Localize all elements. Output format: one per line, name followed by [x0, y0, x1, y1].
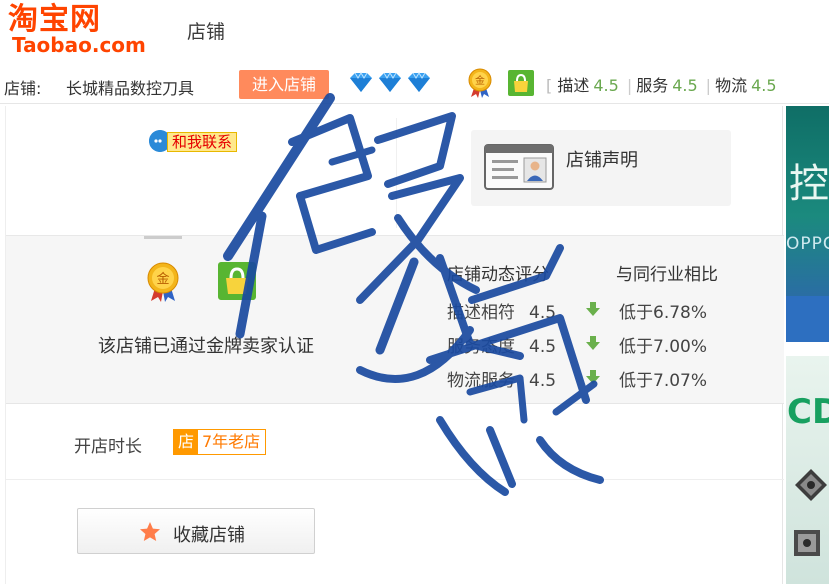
tab-indicator: [144, 236, 182, 239]
shop-notice-label: 店铺声明: [566, 150, 638, 171]
banner-top-text: 控: [789, 161, 829, 207]
certification-row: 金 该店铺已通过金牌卖家认证 店铺动态评分 与同行业相比 描述相符 4.5 低于6…: [6, 236, 784, 404]
dynamic-rating-row: 物流服务 4.5 低于7.07%: [447, 366, 707, 391]
banner-blue-bar: [786, 296, 829, 342]
rating-score: 4.5: [593, 76, 619, 95]
rating-item-logistics: 物流 4.5: [715, 72, 776, 96]
down-arrow-icon: [586, 302, 600, 316]
diamond-icon: [408, 72, 430, 92]
rating-label: 服务态度: [447, 337, 515, 357]
enter-shop-button[interactable]: 进入店铺: [239, 70, 329, 99]
rating-item-service: 服务 4.5: [636, 72, 697, 96]
bracket-left: [: [546, 76, 553, 95]
shop-age-text: 7年老店: [202, 432, 261, 451]
side-banner-cropped[interactable]: 控 OPPC CD: [786, 106, 829, 584]
rating-score: 4.5: [751, 76, 777, 95]
gold-medal-icon[interactable]: 金: [146, 262, 180, 302]
favorite-shop-label: 收藏店铺: [173, 525, 245, 546]
gold-seller-certification-text: 该店铺已通过金牌卖家认证: [98, 336, 314, 357]
rating-label: 物流: [715, 76, 748, 95]
rating-score: 4.5: [529, 337, 557, 357]
rating-separator: |: [705, 76, 712, 95]
seller-level-diamonds: [350, 72, 430, 92]
cutting-insert-image: [794, 530, 820, 556]
contact-row: 和我联系 店铺声明: [6, 106, 784, 236]
taobao-logo[interactable]: 淘宝网 Taobao.com: [6, 2, 146, 58]
gold-medal-icon[interactable]: 金: [467, 68, 493, 98]
shop-badge-icon: 店: [174, 430, 198, 454]
logo-en-text: Taobao.com: [12, 33, 146, 57]
rating-label: 描述相符: [447, 303, 515, 323]
industry-compare-value: 低于7.07%: [619, 371, 708, 391]
banner-top-subtext: OPPC: [786, 234, 829, 254]
svg-text:金: 金: [475, 74, 485, 87]
shop-info-panel: 和我联系 店铺声明 金 该店铺已通过金牌卖家认证 店铺动态评分 与同行业相比 描…: [5, 106, 784, 584]
site-header: 淘宝网 Taobao.com 店铺: [0, 0, 829, 62]
svg-text:金: 金: [156, 271, 169, 287]
rating-score: 4.5: [529, 371, 557, 391]
contact-label: 和我联系: [167, 132, 238, 152]
down-arrow-icon: [586, 336, 600, 350]
shop-age-badge: 店 7年老店: [173, 429, 267, 455]
column-divider: [396, 118, 397, 228]
shop-ratings-summary: [ 描述 4.5 | 服务 4.5 | 物流 4.5: [546, 72, 781, 98]
page-title: 店铺: [187, 21, 226, 43]
banner-top-section: 控 OPPC: [786, 106, 829, 306]
shop-info-bar: 店铺: 长城精品数控刀具 进入店铺 金 [ 描述 4.5 | 服务 4.5 | …: [0, 64, 829, 104]
industry-compare-value: 低于7.00%: [619, 337, 708, 357]
dynamic-rating-row: 服务态度 4.5 低于7.00%: [447, 332, 707, 357]
diamond-icon: [350, 72, 372, 92]
shop-open-duration-label: 开店时长: [74, 437, 142, 457]
rating-separator: |: [626, 76, 633, 95]
down-arrow-icon: [586, 370, 600, 384]
diamond-icon: [379, 72, 401, 92]
industry-compare-value: 低于6.78%: [619, 303, 708, 323]
shop-name-link[interactable]: 长城精品数控刀具: [66, 75, 194, 99]
shopping-bag-icon[interactable]: [508, 70, 534, 96]
rating-label: 描述: [557, 76, 590, 95]
rating-score: 4.5: [529, 303, 557, 323]
id-card-icon: [484, 144, 554, 190]
shop-prefix-label: 店铺:: [4, 79, 42, 98]
rating-label: 物流服务: [447, 371, 515, 391]
industry-compare-title: 与同行业相比: [616, 265, 718, 285]
shop-age-row: 开店时长 店 7年老店: [6, 404, 784, 480]
shopping-bag-icon[interactable]: [218, 262, 256, 300]
rating-label: 服务: [636, 76, 669, 95]
dynamic-rating-row: 描述相符 4.5 低于6.78%: [447, 298, 707, 323]
star-icon: [140, 522, 160, 541]
rating-item-description: 描述 4.5: [557, 72, 618, 96]
shop-notice-card[interactable]: 店铺声明: [471, 130, 731, 206]
dynamic-rating-title: 店铺动态评分: [447, 265, 549, 285]
banner-bottom-section: CD: [786, 356, 829, 584]
banner-bottom-text: CD: [787, 392, 829, 432]
favorite-shop-button[interactable]: 收藏店铺: [77, 508, 315, 554]
rating-score: 4.5: [672, 76, 698, 95]
cutting-insert-image: [795, 469, 827, 501]
